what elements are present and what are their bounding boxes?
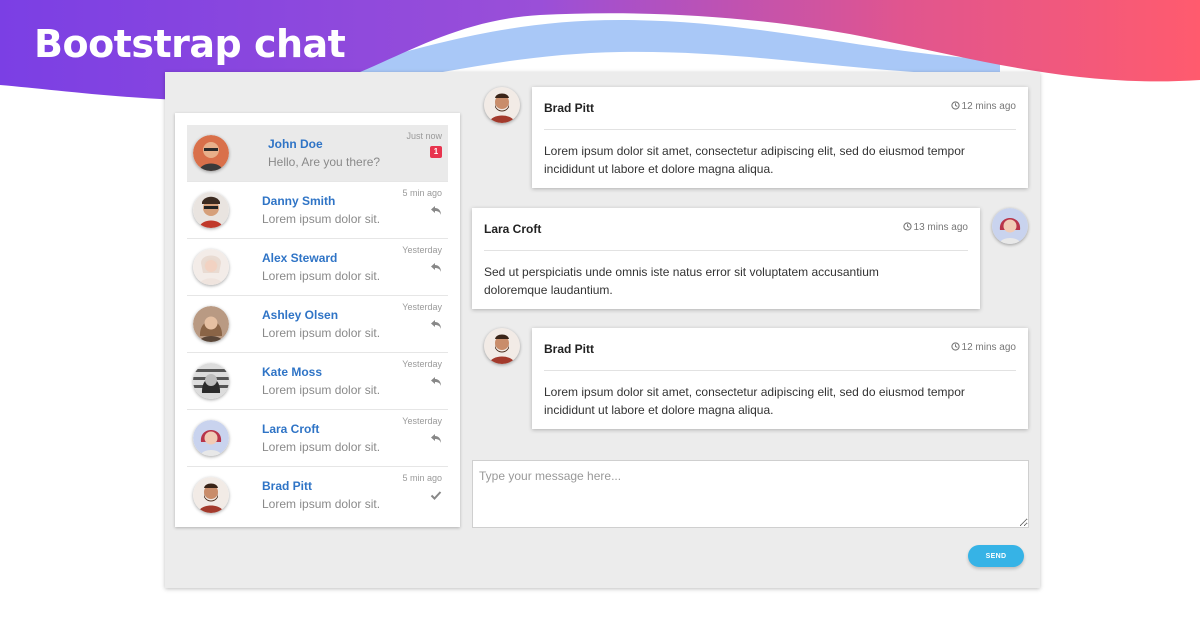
chat-panel: John Doe Hello, Are you there? Just now …: [165, 72, 1040, 588]
contact-time: 5 min ago: [402, 473, 442, 483]
contact-item-brad-pitt[interactable]: Brad Pitt Lorem ipsum dolor sit. 5 min a…: [187, 467, 448, 524]
contact-preview: Lorem ipsum dolor sit.: [262, 326, 381, 340]
message-card: Brad Pitt 12 mins ago Lorem ipsum dolor …: [532, 328, 1028, 429]
message-card: Lara Croft 13 mins ago Sed ut perspiciat…: [472, 208, 980, 309]
contact-item-alex-steward[interactable]: Alex Steward Lorem ipsum dolor sit. Yest…: [187, 239, 448, 296]
message-body: Lorem ipsum dolor sit amet, consectetur …: [544, 385, 965, 417]
message-author: Brad Pitt: [544, 342, 595, 356]
message-time: 12 mins ago: [950, 342, 1016, 353]
contact-preview: Lorem ipsum dolor sit.: [262, 383, 381, 397]
message-time-text: 13 mins ago: [913, 222, 968, 233]
reply-icon: [431, 377, 441, 386]
contact-item-danny-smith[interactable]: Danny Smith Lorem ipsum dolor sit. 5 min…: [187, 182, 448, 239]
clock-icon: [950, 342, 960, 351]
message-time-text: 12 mins ago: [961, 342, 1016, 353]
avatar: [193, 192, 229, 228]
contact-preview: Lorem ipsum dolor sit.: [262, 212, 381, 226]
message-body: Sed ut perspiciatis unde omnis iste natu…: [484, 265, 879, 297]
avatar: [193, 420, 229, 456]
message-avatar: [484, 87, 520, 123]
avatar: [193, 135, 229, 171]
divider: [544, 129, 1016, 130]
divider: [544, 370, 1016, 371]
contact-time: Yesterday: [402, 302, 442, 312]
divider: [484, 250, 968, 251]
reply-icon: [431, 263, 441, 272]
contact-item-kate-moss[interactable]: Kate Moss Lorem ipsum dolor sit. Yesterd…: [187, 353, 448, 410]
message-author: Brad Pitt: [544, 101, 595, 115]
contact-time: Yesterday: [402, 359, 442, 369]
message-card: Brad Pitt 12 mins ago Lorem ipsum dolor …: [532, 87, 1028, 188]
contact-preview: Lorem ipsum dolor sit.: [262, 497, 381, 511]
contact-name: Kate Moss: [262, 365, 323, 379]
contact-list: John Doe Hello, Are you there? Just now …: [175, 113, 460, 527]
reply-icon: [431, 320, 441, 329]
contact-item-john-doe[interactable]: John Doe Hello, Are you there? Just now …: [187, 125, 448, 182]
contact-time: Just now: [406, 131, 442, 141]
contact-name: Ashley Olsen: [262, 308, 339, 322]
reply-icon: [431, 206, 441, 215]
clock-icon: [950, 101, 960, 110]
contact-time: Yesterday: [402, 245, 442, 255]
message-avatar: [992, 208, 1028, 244]
avatar: [193, 306, 229, 342]
message-input[interactable]: [472, 460, 1029, 528]
contact-name: John Doe: [268, 137, 323, 151]
contact-name: Alex Steward: [262, 251, 338, 265]
avatar: [193, 477, 229, 513]
contact-preview: Hello, Are you there?: [268, 155, 381, 169]
unread-badge: 1: [430, 146, 442, 158]
message-author: Lara Croft: [484, 222, 542, 236]
clock-icon: [902, 222, 912, 231]
contact-preview: Lorem ipsum dolor sit.: [262, 269, 381, 283]
contact-preview: Lorem ipsum dolor sit.: [262, 440, 381, 454]
message-time: 12 mins ago: [950, 101, 1016, 112]
avatar: [193, 249, 229, 285]
reply-icon: [431, 434, 441, 443]
contact-time: Yesterday: [402, 416, 442, 426]
contact-time: 5 min ago: [402, 188, 442, 198]
message-avatar: [484, 328, 520, 364]
contact-item-ashley-olsen[interactable]: Ashley Olsen Lorem ipsum dolor sit. Yest…: [187, 296, 448, 353]
contact-name: Lara Croft: [262, 422, 320, 436]
page-title: Bootstrap chat: [34, 22, 346, 66]
contact-item-lara-croft[interactable]: Lara Croft Lorem ipsum dolor sit. Yester…: [187, 410, 448, 467]
message-body: Lorem ipsum dolor sit amet, consectetur …: [544, 144, 965, 176]
message-time-text: 12 mins ago: [961, 101, 1016, 112]
check-icon: [430, 491, 442, 500]
contact-name: Brad Pitt: [262, 479, 313, 493]
message-time: 13 mins ago: [902, 222, 968, 233]
send-button[interactable]: SEND: [968, 545, 1024, 567]
avatar: [193, 363, 229, 399]
contact-name: Danny Smith: [262, 194, 336, 208]
